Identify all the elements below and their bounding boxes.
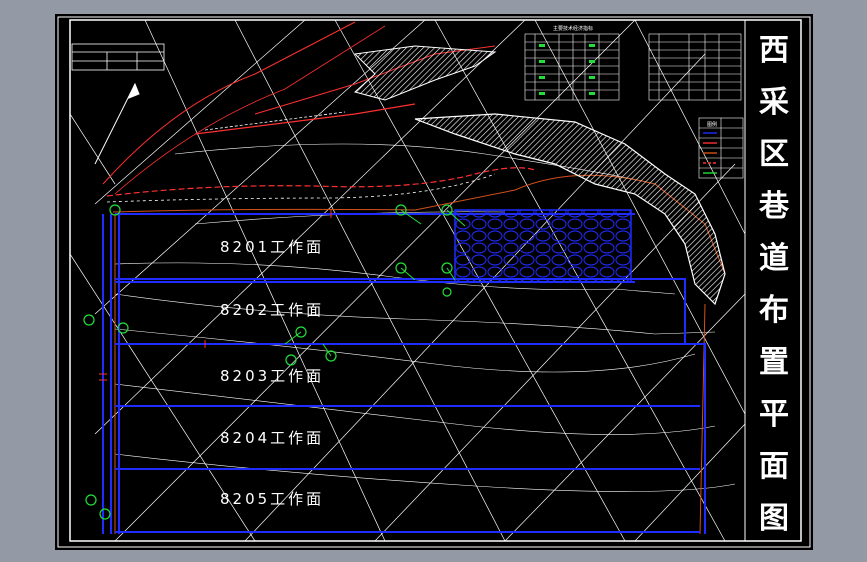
inner-frame	[69, 19, 802, 542]
face-label-8202: 8202工作面	[220, 301, 324, 319]
cad-viewport[interactable]: 8201工作面 8202工作面 8203工作面 8204工作面 8205工作面 …	[55, 14, 813, 550]
face-label-8203: 8203工作面	[220, 367, 324, 385]
legend-title: 图例	[707, 121, 717, 128]
title-char-1: 西	[759, 33, 789, 68]
roadway-list-table	[648, 33, 742, 101]
face-label-8204: 8204工作面	[220, 429, 324, 447]
roadway-ticks	[99, 210, 332, 381]
title-char-8: 平	[759, 397, 789, 432]
tech-table-title: 主要技术经济指标	[553, 25, 593, 32]
fault-hatch-upper	[353, 45, 497, 101]
legend-box: 图例	[698, 117, 744, 179]
coordinate-grid	[69, 19, 746, 542]
title-char-4: 巷	[758, 189, 790, 224]
title-char-6: 布	[759, 293, 789, 328]
title-char-9: 面	[759, 449, 789, 484]
mine-plan-drawing: 8201工作面 8202工作面 8203工作面 8204工作面 8205工作面 …	[57, 16, 811, 548]
title-char-3: 区	[759, 137, 789, 172]
face-label-8201: 8201工作面	[220, 238, 324, 256]
face-label-8205: 8205工作面	[220, 490, 324, 508]
goaf-area	[454, 209, 632, 283]
title-char-7: 置	[759, 345, 789, 380]
title-char-5: 道	[759, 241, 789, 276]
north-arrow-icon	[94, 82, 140, 165]
info-table-left	[71, 43, 165, 71]
title-char-10: 图	[759, 501, 789, 536]
title-char-2: 采	[759, 85, 789, 120]
drawing-title: 西 采 区 巷 道 布 置 平 面 图	[758, 33, 790, 536]
